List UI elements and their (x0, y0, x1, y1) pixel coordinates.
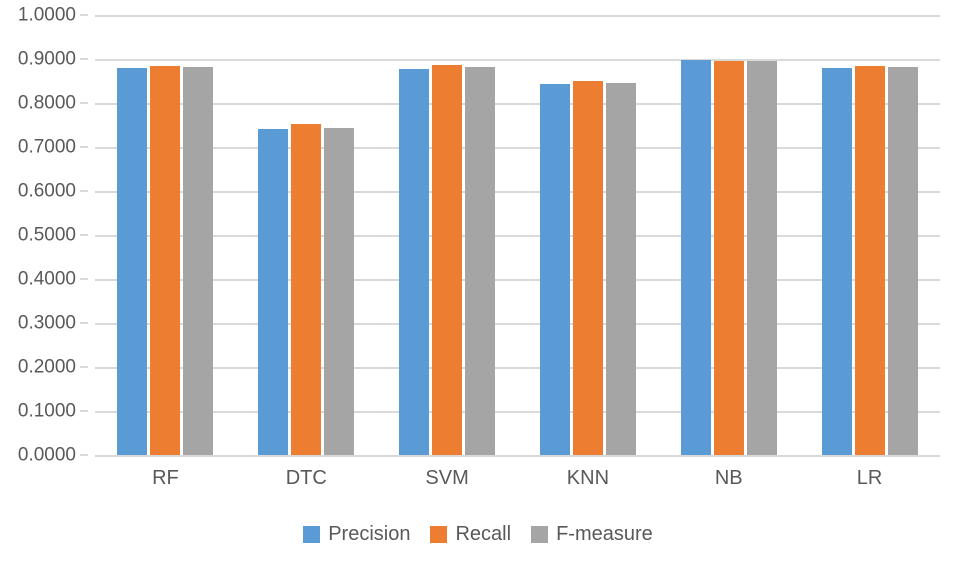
y-axis-tick-mark (80, 190, 88, 192)
gridline (95, 367, 940, 369)
y-axis-tick-label: 0.2000 (17, 356, 76, 378)
bar-dtc-recall (291, 124, 322, 455)
legend-swatch-icon (303, 525, 321, 543)
bar-group-dtc (258, 15, 355, 455)
y-axis-tick-label: 1.0000 (17, 4, 76, 26)
x-axis-tick-label-dtc: DTC (285, 467, 327, 489)
x-axis-tick-label-lr: LR (856, 467, 883, 489)
y-axis: 1.0000 0.9000 0.8000 0.7000 0.6000 0.5000 0.40… (0, 0, 88, 470)
bar-rf-f-measure (183, 67, 214, 455)
bar-lr-f-measure (887, 67, 918, 455)
y-axis-tick-label: 0.6000 (17, 180, 76, 202)
y-axis-tick-label: 0.8000 (17, 92, 76, 114)
gridline (95, 147, 940, 149)
gridline (95, 191, 940, 193)
x-axis-tick-label-knn: KNN (566, 467, 610, 489)
y-axis-tick-label: 0.7000 (17, 136, 76, 158)
bar-svm-precision (399, 68, 430, 455)
bar-nb-recall (713, 61, 744, 455)
y-axis-tick-mark (80, 278, 88, 280)
y-axis-tick-label: 0.0000 (17, 444, 76, 466)
y-axis-tick-label: 0.4000 (17, 268, 76, 290)
x-axis: RF DTC SVM KNN NB LR (95, 466, 940, 500)
y-axis-tick-mark (80, 58, 88, 60)
y-axis-tick-mark (80, 366, 88, 368)
y-axis-tick-label: 0.9000 (17, 48, 76, 70)
bar-dtc-precision (258, 128, 289, 455)
legend-item-f-measure[interactable]: F-measure (531, 524, 653, 544)
bar-nb-f-measure (746, 61, 777, 455)
y-axis-tick-mark (80, 102, 88, 104)
bar-group-svm (399, 15, 496, 455)
bar-knn-recall (572, 81, 603, 455)
bar-nb-precision (680, 59, 711, 455)
legend-item-recall[interactable]: Recall (430, 524, 511, 544)
gridline (95, 411, 940, 413)
legend-item-precision[interactable]: Precision (303, 524, 410, 544)
y-axis-tick-mark (80, 146, 88, 148)
y-axis-tick-label: 0.3000 (17, 312, 76, 334)
gridline (95, 103, 940, 105)
bar-group-knn (539, 15, 636, 455)
plot-area (95, 15, 940, 457)
gridline (95, 323, 940, 325)
gridline (95, 279, 940, 281)
bar-lr-recall (854, 65, 885, 455)
x-axis-tick-label-nb: NB (714, 467, 743, 489)
bar-group-nb (680, 15, 777, 455)
x-axis-line (95, 455, 940, 457)
legend-swatch-icon (531, 525, 549, 543)
x-axis-tick-label-svm: SVM (425, 467, 469, 489)
chart-legend: Precision Recall F-measure (0, 524, 956, 544)
bar-lr-precision (821, 68, 852, 455)
bar-svm-f-measure (465, 67, 496, 455)
bar-rf-recall (150, 66, 181, 455)
y-axis-tick-mark (80, 454, 88, 456)
y-axis-tick-mark (80, 234, 88, 236)
bar-chart: 1.0000 0.9000 0.8000 0.7000 0.6000 0.5000 0.40… (0, 0, 956, 569)
legend-label: Recall (455, 523, 512, 545)
legend-label: F-measure (556, 523, 653, 545)
y-axis-tick-label: 0.5000 (17, 224, 76, 246)
bar-rf-precision (117, 68, 148, 455)
bar-dtc-f-measure (324, 127, 355, 455)
gridline (95, 15, 940, 17)
bar-knn-f-measure (605, 83, 636, 455)
gridline (95, 235, 940, 237)
y-axis-tick-label: 0.1000 (17, 400, 76, 422)
y-axis-tick-mark (80, 410, 88, 412)
y-axis-tick-mark (80, 14, 88, 16)
gridline (95, 59, 940, 61)
y-axis-tick-mark (80, 322, 88, 324)
bar-knn-precision (539, 84, 570, 455)
bar-group-rf (117, 15, 214, 455)
bar-svm-recall (432, 65, 463, 455)
legend-swatch-icon (430, 525, 448, 543)
bar-group-lr (821, 15, 918, 455)
legend-label: Precision (328, 523, 411, 545)
x-axis-tick-label-rf: RF (152, 467, 179, 489)
